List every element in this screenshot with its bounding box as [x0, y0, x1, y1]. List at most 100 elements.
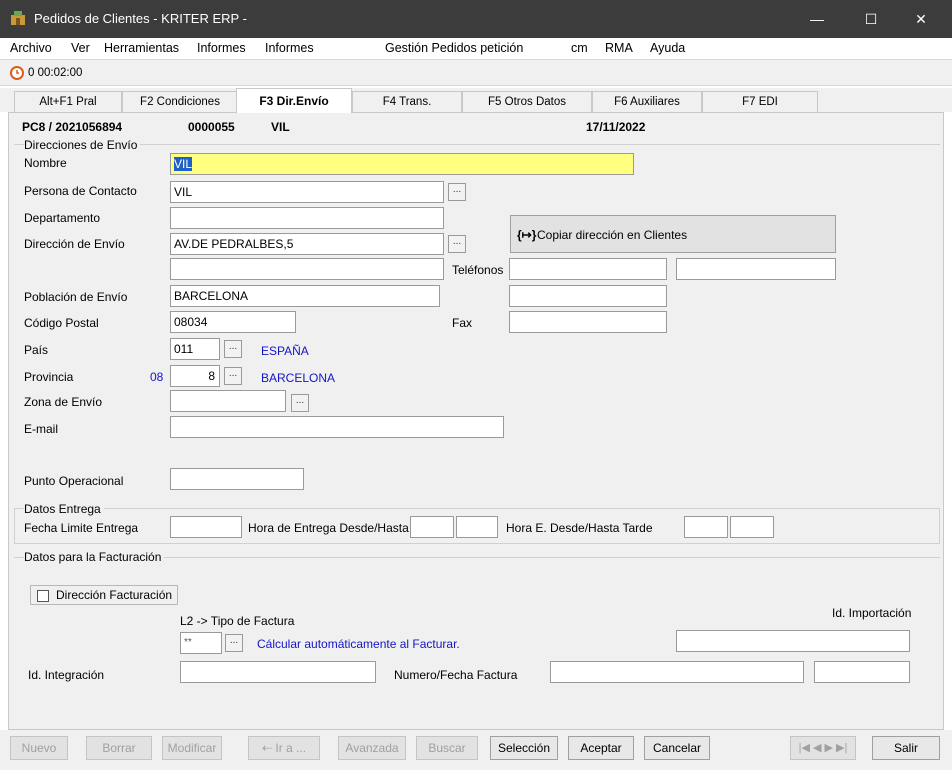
tab-otros-datos[interactable]: F5 Otros Datos	[462, 91, 592, 112]
billing-address-label: Dirección Facturación	[56, 588, 173, 602]
delivery-hours-label: Hora de Entrega Desde/Hasta	[248, 521, 409, 535]
province-label: Provincia	[24, 370, 74, 384]
zip-label: Código Postal	[24, 316, 99, 330]
menu-informes-2[interactable]: Informes	[265, 41, 314, 55]
op-point-label: Punto Operacional	[24, 474, 124, 488]
invoice-number-input[interactable]	[550, 661, 804, 683]
zone-input[interactable]	[170, 390, 286, 412]
timer-bar: 0 00:02:00	[0, 60, 952, 86]
exit-button[interactable]: Salir	[872, 736, 940, 760]
tab-condiciones[interactable]: F2 Condiciones	[122, 91, 238, 112]
menu-cm[interactable]: cm	[571, 41, 588, 55]
email-input[interactable]	[170, 416, 504, 438]
order-client: VIL	[271, 120, 290, 134]
minimize-button[interactable]: —	[794, 0, 840, 38]
menu-gestion-pedidos[interactable]: Gestión Pedidos petición	[385, 41, 523, 55]
delivery-hour-from-input[interactable]	[410, 516, 454, 538]
menu-bar: Archivo Ver Herramientas Informes Inform…	[0, 38, 952, 60]
menu-rma[interactable]: RMA	[605, 41, 633, 55]
integration-id-input[interactable]	[180, 661, 376, 683]
order-number: PC8 / 2021056894	[22, 120, 123, 134]
billing-address-checkbox[interactable]	[37, 590, 49, 602]
email-label: E-mail	[24, 422, 59, 436]
copy-address-icon: {↦}	[517, 228, 537, 242]
city-label: Población de Envío	[24, 290, 128, 304]
name-input[interactable]: VIL	[170, 153, 634, 175]
contact-label: Persona de Contacto	[24, 184, 137, 198]
evening-hours-label: Hora E. Desde/Hasta Tarde	[506, 521, 653, 535]
phone1-input[interactable]	[509, 258, 667, 280]
province-lookup-button[interactable]: ...	[224, 367, 242, 385]
app-icon	[11, 11, 25, 25]
shipping-section-title: Direcciones de Envío	[24, 138, 141, 152]
country-name: ESPAÑA	[261, 344, 309, 358]
cancel-button[interactable]: Cancelar	[644, 736, 710, 760]
copy-address-button[interactable]: {↦} Copiar dirección en Clientes	[510, 215, 836, 253]
import-id-input[interactable]	[676, 630, 910, 652]
invoice-type-label: L2 -> Tipo de Factura	[180, 614, 295, 628]
tab-bar: Alt+F1 Pral F2 Condiciones F3 Dir.Envío …	[0, 88, 952, 113]
delete-button[interactable]: Borrar	[86, 736, 152, 760]
evening-hour-from-input[interactable]	[684, 516, 728, 538]
maximize-button[interactable]: ☐	[848, 0, 894, 38]
limit-date-label: Fecha Limite Entrega	[24, 521, 139, 535]
delivery-hour-to-input[interactable]	[456, 516, 498, 538]
shipping-section-line	[14, 144, 940, 145]
menu-ayuda[interactable]: Ayuda	[650, 41, 685, 55]
address2-input[interactable]	[170, 258, 444, 280]
copy-address-label: Copiar dirección en Clientes	[537, 228, 688, 242]
fax-input[interactable]	[509, 311, 667, 333]
goto-button[interactable]: ⇠ Ir a ...	[248, 736, 320, 760]
advanced-button[interactable]: Avanzada	[338, 736, 406, 760]
zone-label: Zona de Envío	[24, 395, 103, 409]
contact-lookup-button[interactable]: ...	[448, 183, 466, 201]
record-navigator[interactable]: |◀ ◀ ▶ ▶|	[790, 736, 856, 760]
modify-button[interactable]: Modificar	[162, 736, 222, 760]
tab-edi[interactable]: F7 EDI	[702, 91, 818, 112]
invoice-date-input[interactable]	[814, 661, 910, 683]
tab-auxiliares[interactable]: F6 Auxiliares	[592, 91, 702, 112]
country-label: País	[24, 343, 49, 357]
province-name: BARCELONA	[261, 371, 336, 385]
limit-date-input[interactable]	[170, 516, 242, 538]
search-button[interactable]: Buscar	[416, 736, 478, 760]
menu-ver[interactable]: Ver	[71, 41, 90, 55]
billing-address-toggle[interactable]: Dirección Facturación	[30, 585, 178, 605]
op-point-input[interactable]	[170, 468, 304, 490]
selection-button[interactable]: Selección	[490, 736, 558, 760]
zone-lookup-button[interactable]: ...	[291, 394, 309, 412]
invoice-type-lookup-button[interactable]: ...	[225, 634, 243, 652]
menu-archivo[interactable]: Archivo	[10, 41, 52, 55]
new-button[interactable]: Nuevo	[10, 736, 68, 760]
invoice-type-input[interactable]: **	[180, 632, 222, 654]
tab-pral[interactable]: Alt+F1 Pral	[14, 91, 122, 112]
zip-input[interactable]: 08034	[170, 311, 296, 333]
tab-dir-envio[interactable]: F3 Dir.Envío	[236, 88, 352, 113]
delivery-section-title: Datos Entrega	[24, 502, 104, 516]
contact-input[interactable]: VIL	[170, 181, 444, 203]
close-button[interactable]: ✕	[898, 0, 944, 38]
city-input[interactable]: BARCELONA	[170, 285, 440, 307]
import-id-label: Id. Importación	[832, 606, 912, 620]
phone3-input[interactable]	[509, 285, 667, 307]
invoice-number-label: Numero/Fecha Factura	[394, 668, 518, 682]
integration-id-label: Id. Integración	[28, 668, 105, 682]
phone2-input[interactable]	[676, 258, 836, 280]
department-label: Departamento	[24, 211, 101, 225]
department-input[interactable]	[170, 207, 444, 229]
timer-value: 0 00:02:00	[28, 67, 83, 79]
order-date: 17/11/2022	[586, 120, 646, 134]
province-prefix: 08	[150, 370, 164, 384]
address-input[interactable]: AV.DE PEDRALBES,5	[170, 233, 444, 255]
address-lookup-button[interactable]: ...	[448, 235, 466, 253]
menu-informes[interactable]: Informes	[197, 41, 246, 55]
country-lookup-button[interactable]: ...	[224, 340, 242, 358]
accept-button[interactable]: Aceptar	[568, 736, 634, 760]
country-code-input[interactable]: 011	[170, 338, 220, 360]
evening-hour-to-input[interactable]	[730, 516, 774, 538]
billing-section-title: Datos para la Facturación	[24, 550, 165, 564]
tab-trans[interactable]: F4 Trans.	[352, 91, 462, 112]
province-code-input[interactable]: 8	[170, 365, 220, 387]
menu-herramientas[interactable]: Herramientas	[104, 41, 179, 55]
invoice-type-description: Cálcular automáticamente al Facturar.	[257, 637, 460, 651]
